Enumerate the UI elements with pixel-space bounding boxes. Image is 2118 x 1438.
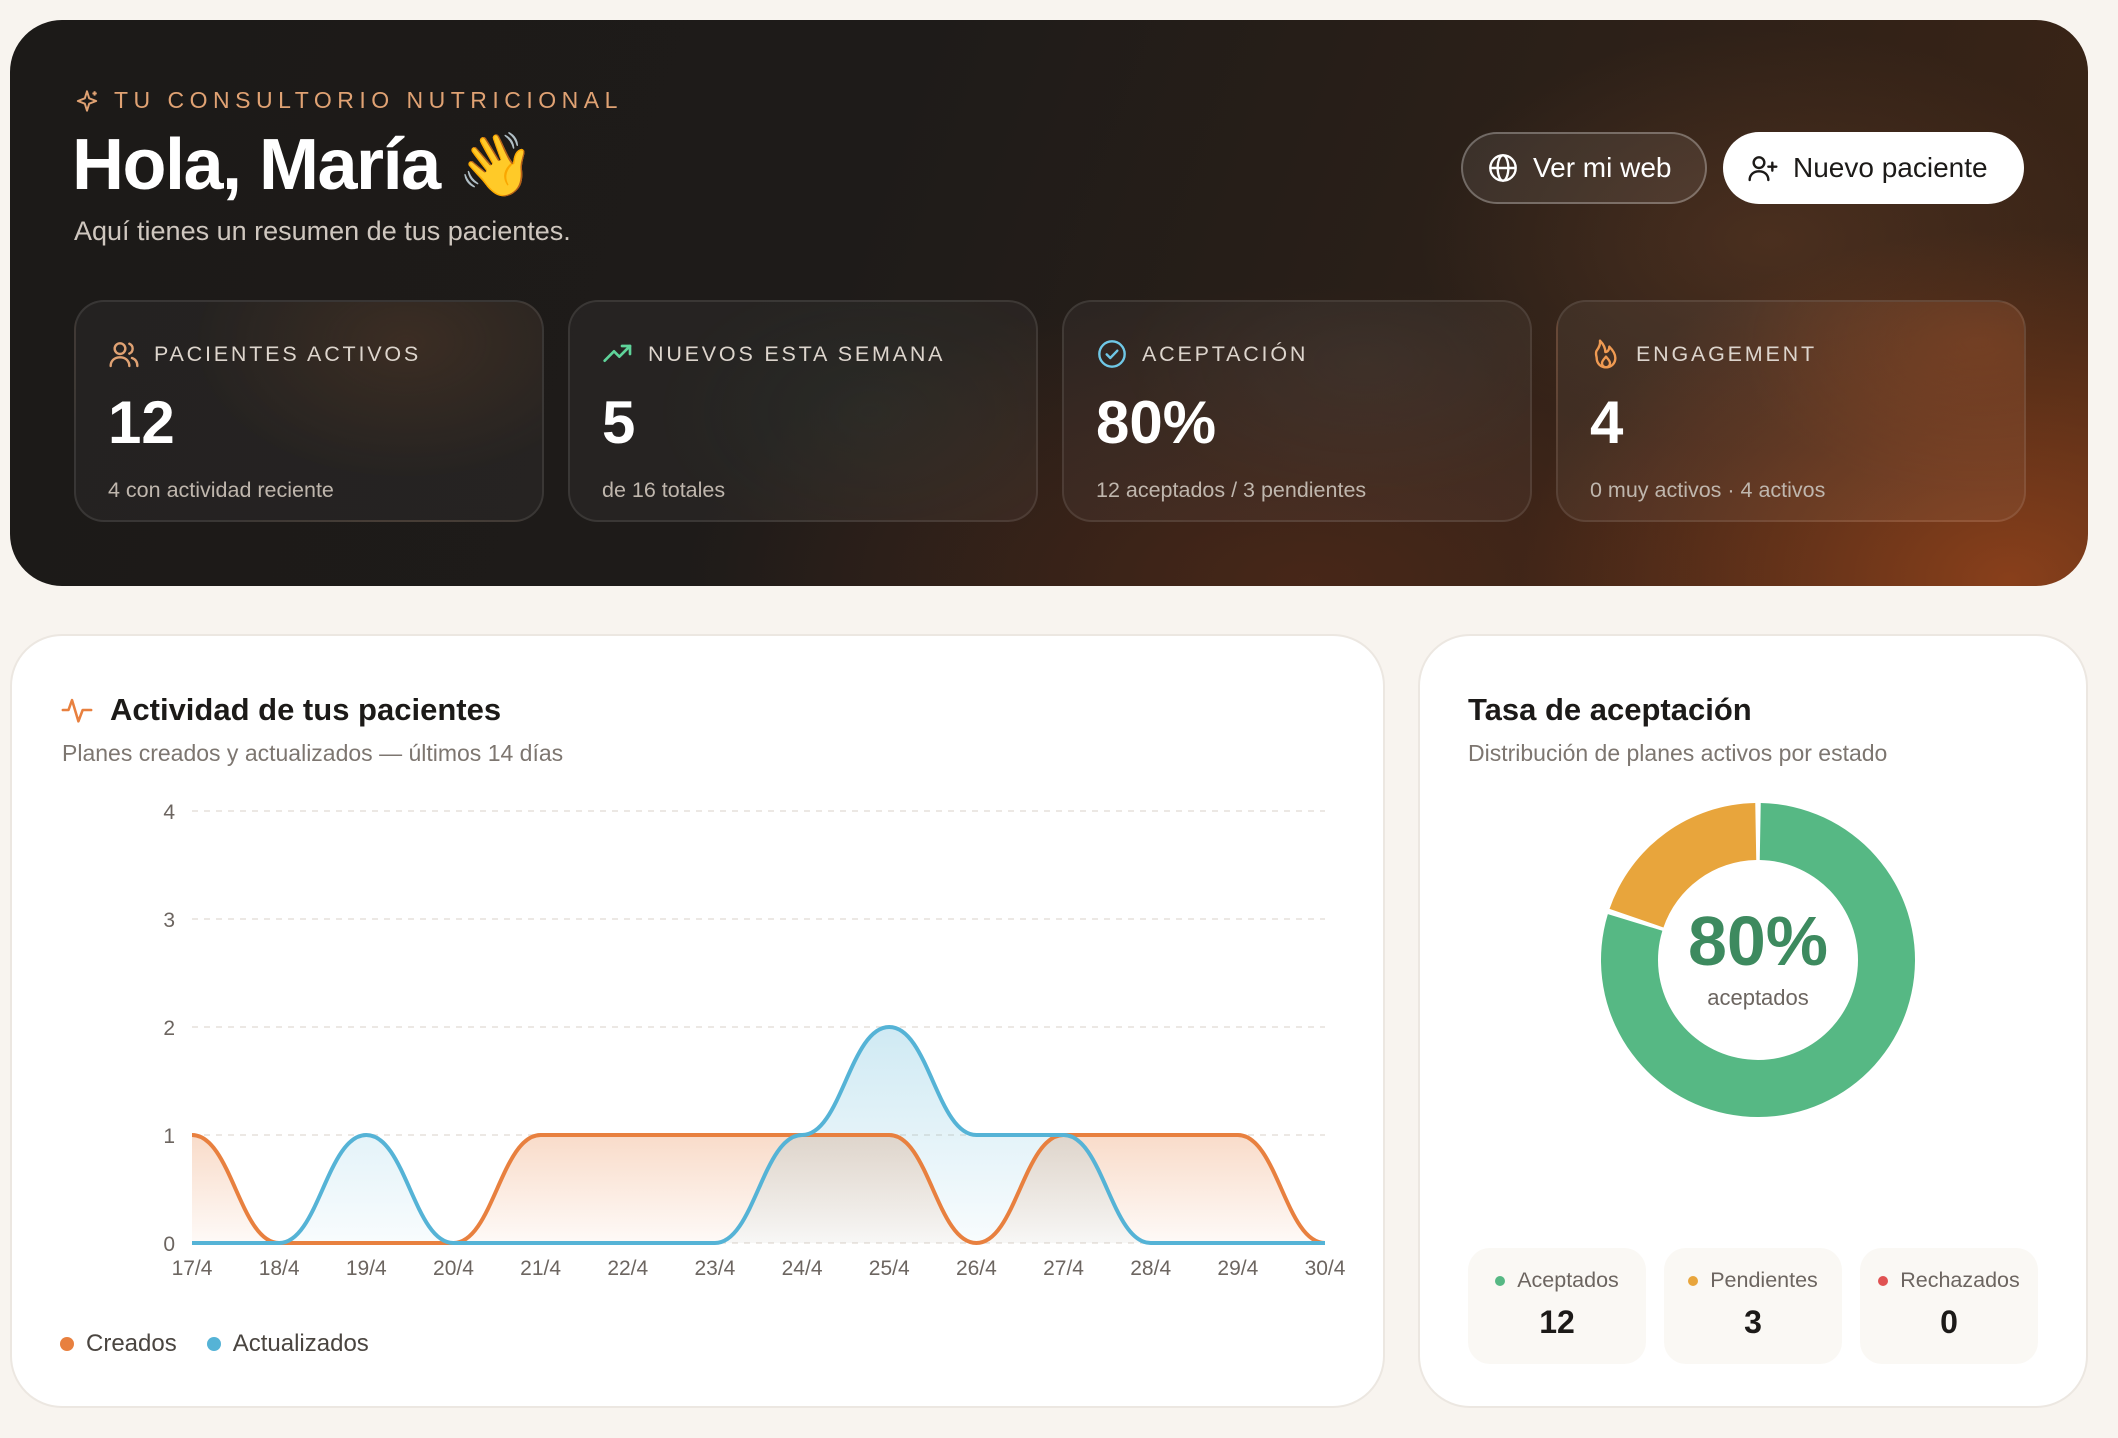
acceptance-subtitle: Distribución de planes activos por estad… xyxy=(1468,740,1888,766)
stat-label: PACIENTES ACTIVOS xyxy=(154,341,422,366)
hero-eyebrow: TU CONSULTORIO NUTRICIONAL xyxy=(74,87,623,114)
x-tick-label: 30/4 xyxy=(1305,1257,1346,1280)
y-tick-label: 2 xyxy=(163,1017,175,1040)
hero-banner: TU CONSULTORIO NUTRICIONAL Hola, María 👋… xyxy=(10,20,2088,586)
users-icon xyxy=(109,342,139,368)
activity-title: Actividad de tus pacientes xyxy=(60,692,501,728)
x-tick-label: 28/4 xyxy=(1130,1257,1171,1280)
x-tick-label: 17/4 xyxy=(172,1257,213,1280)
y-tick-label: 0 xyxy=(163,1233,175,1256)
activity-chart-card: 0 1 2 3 4 17/4 18/4 19/4 20/4 21/4 22/4 23/4 24/4 25/… xyxy=(10,634,1385,1408)
activity-title-text: Actividad de tus pacientes xyxy=(110,692,502,727)
user-plus-icon xyxy=(1748,156,1778,182)
waving-hand-icon: 👋 xyxy=(457,130,535,200)
pill-value: 12 xyxy=(1539,1304,1575,1340)
legend-dot xyxy=(206,1337,221,1351)
stat-label: ENGAGEMENT xyxy=(1636,341,1817,366)
y-tick-label: 4 xyxy=(163,801,175,824)
stat-card-acceptance: ACEPTACIÓN 80% 12 aceptados / 3 pendient… xyxy=(1062,300,1532,522)
status-dot xyxy=(1495,1275,1506,1286)
page-title: Hola, María 👋 xyxy=(72,124,535,206)
globe-icon xyxy=(1489,154,1517,182)
greeting-text: Hola, María xyxy=(72,125,441,205)
x-tick-label: 24/4 xyxy=(782,1257,823,1280)
y-tick-label: 1 xyxy=(163,1125,175,1148)
stat-label: NUEVOS ESTA SEMANA xyxy=(648,341,946,366)
x-tick-label: 29/4 xyxy=(1217,1257,1258,1280)
legend-label: Actualizados xyxy=(232,1330,369,1357)
status-pill-aceptados: Aceptados 12 xyxy=(1468,1248,1646,1364)
view-website-label: Ver mi web xyxy=(1533,152,1672,183)
stat-value: 5 xyxy=(602,389,636,456)
stat-card-engagement: ENGAGEMENT 4 0 muy activos · 4 activos xyxy=(1556,300,2026,522)
x-tick-label: 26/4 xyxy=(956,1257,997,1280)
legend-label: Creados xyxy=(86,1330,177,1357)
acceptance-title: Tasa de aceptación xyxy=(1468,692,1752,727)
stat-note: 0 muy activos · 4 activos xyxy=(1590,478,1826,502)
legend-item-creados[interactable]: Creados xyxy=(60,1330,177,1358)
acceptance-donut: 80% aceptados xyxy=(1598,800,1918,1120)
trending-up-icon xyxy=(603,344,632,362)
x-tick-label: 18/4 xyxy=(259,1257,300,1280)
donut-center-value: 80% xyxy=(1687,902,1829,980)
new-patient-button[interactable]: Nuevo paciente xyxy=(1723,132,2024,204)
stat-value: 12 xyxy=(108,389,175,456)
status-dot xyxy=(1688,1275,1699,1286)
y-tick-label: 3 xyxy=(163,909,175,932)
stat-value: 4 xyxy=(1590,389,1624,456)
x-tick-label: 27/4 xyxy=(1043,1257,1084,1280)
x-tick-label: 25/4 xyxy=(869,1257,910,1280)
x-tick-label: 21/4 xyxy=(520,1257,561,1280)
x-tick-label: 22/4 xyxy=(607,1257,648,1280)
x-tick-label: 19/4 xyxy=(346,1257,387,1280)
stat-card-active-patients: PACIENTES ACTIVOS 12 4 con actividad rec… xyxy=(74,300,544,522)
pill-label: Rechazados xyxy=(1900,1268,2020,1292)
activity-pulse-icon xyxy=(61,698,93,723)
x-tick-label: 20/4 xyxy=(433,1257,474,1280)
pill-label: Pendientes xyxy=(1710,1268,1818,1292)
stat-note: de 16 totales xyxy=(602,478,726,502)
check-circle-icon xyxy=(1098,340,1126,368)
view-website-button[interactable]: Ver mi web xyxy=(1461,132,1707,204)
status-pill-pendientes: Pendientes 3 xyxy=(1664,1248,1842,1364)
eyebrow-text: TU CONSULTORIO NUTRICIONAL xyxy=(114,87,623,113)
stat-value: 80% xyxy=(1096,389,1217,456)
activity-subtitle: Planes creados y actualizados — últimos … xyxy=(62,740,564,766)
flame-icon xyxy=(1594,339,1617,369)
chart-legend: Creados Actualizados xyxy=(60,1330,369,1358)
donut-center-label: aceptados xyxy=(1707,985,1809,1010)
status-pill-rechazados: Rechazados 0 xyxy=(1860,1248,2038,1364)
stat-card-new-this-week: NUEVOS ESTA SEMANA 5 de 16 totales xyxy=(568,300,1038,522)
legend-item-actualizados[interactable]: Actualizados xyxy=(206,1330,369,1358)
hero-subtitle: Aquí tienes un resumen de tus pacientes. xyxy=(74,216,571,246)
new-patient-label: Nuevo paciente xyxy=(1793,152,1988,183)
pill-value: 0 xyxy=(1940,1304,1958,1340)
acceptance-rate-card: Tasa de aceptación Distribución de plane… xyxy=(1418,634,2088,1408)
legend-dot xyxy=(60,1337,74,1351)
stat-label: ACEPTACIÓN xyxy=(1142,341,1309,366)
status-dot xyxy=(1878,1275,1889,1286)
sparkle-icon xyxy=(76,89,98,112)
stat-note: 12 aceptados / 3 pendientes xyxy=(1096,478,1367,502)
stat-note: 4 con actividad reciente xyxy=(108,478,334,502)
x-tick-label: 23/4 xyxy=(694,1257,735,1280)
pill-value: 3 xyxy=(1744,1304,1762,1340)
pill-label: Aceptados xyxy=(1517,1268,1619,1292)
